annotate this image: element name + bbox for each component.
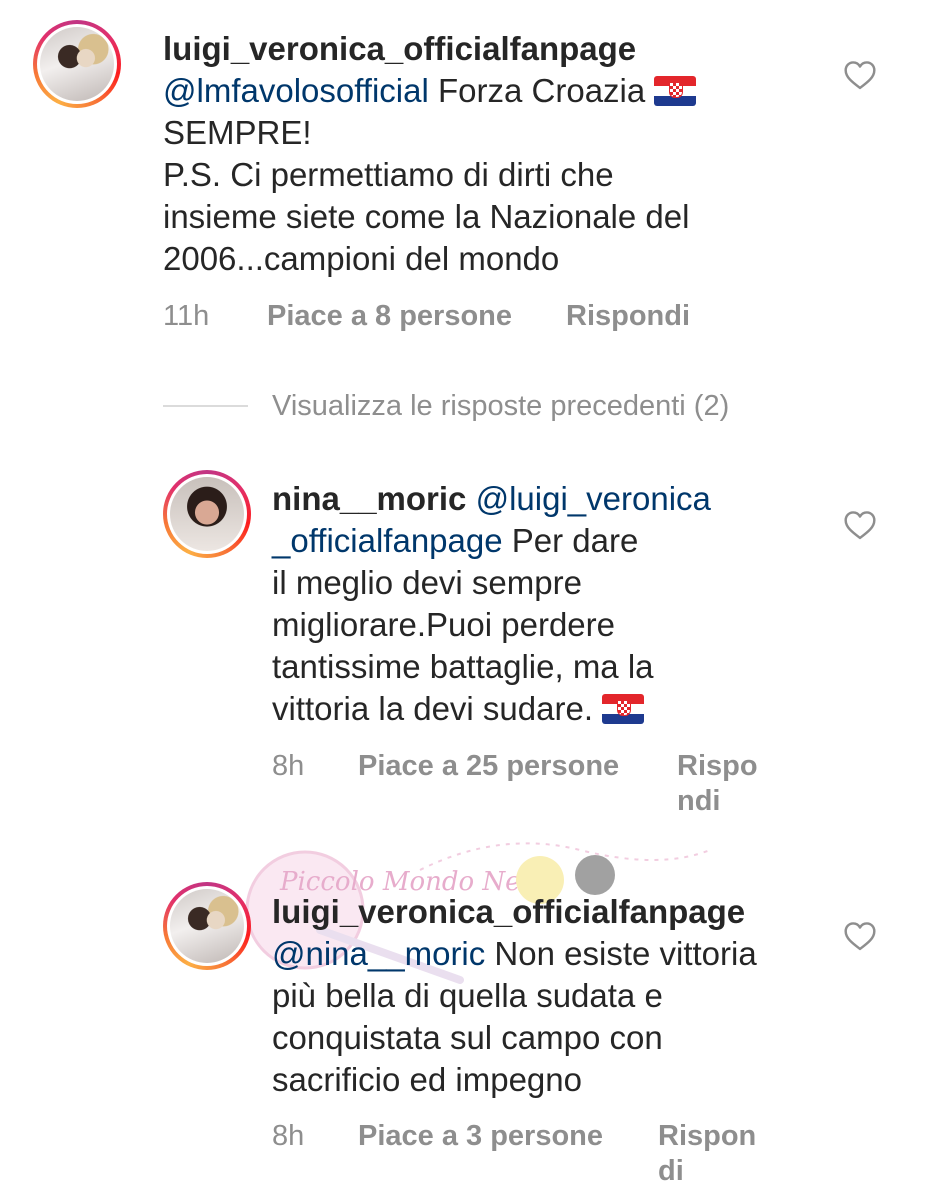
croatia-flag-icon [654, 76, 697, 106]
mention-link-continued[interactable]: _officialfanpage [272, 522, 503, 559]
croatia-flag-icon [602, 694, 645, 724]
comment-time: 11h [163, 300, 210, 332]
replies-divider [163, 405, 248, 407]
comment-text-line: vittoria la devi sudare. [272, 688, 792, 730]
comment-text-line: @lmfavolosofficial Forza Croazia [163, 70, 803, 112]
comment-username[interactable]: luigi_veronica_officialfanpage [163, 28, 803, 70]
comment-text-line: il meglio devi sempre [272, 564, 582, 601]
avatar[interactable] [163, 470, 251, 558]
avatar-image [40, 27, 114, 101]
reply-button-line1[interactable]: Rispo [677, 750, 758, 783]
comment-text-line: @nina__moric Non esiste vittoria [272, 935, 757, 972]
comment-text-line: sacrificio ed impegno [272, 1061, 582, 1098]
comment-text-line: conquistata sul campo con [272, 1019, 663, 1056]
avatar[interactable] [163, 882, 251, 970]
reply-button-line2[interactable]: di [658, 1155, 684, 1188]
comment-text-line: migliorare.Puoi perdere [272, 606, 616, 643]
likes-count[interactable]: Piace a 3 persone [358, 1120, 603, 1153]
reply-button-line2[interactable]: ndi [677, 785, 721, 818]
comment-text-line: insieme siete come la Nazionale del [163, 198, 690, 235]
comment-time: 8h [272, 1120, 305, 1152]
mention-link[interactable]: @lmfavolosofficial [163, 72, 429, 109]
heart-outline-icon[interactable] [843, 921, 877, 951]
avatar[interactable] [33, 20, 121, 108]
likes-count[interactable]: Piace a 25 persone [358, 750, 619, 783]
avatar-image [170, 889, 244, 963]
heart-outline-icon[interactable] [843, 510, 877, 540]
comment-text-line: P.S. Ci permettiamo di dirti che [163, 156, 614, 193]
mention-link[interactable]: @luigi_veronica [476, 480, 711, 517]
view-previous-replies[interactable]: Visualizza le risposte precedenti (2) [272, 390, 729, 423]
comment-username[interactable]: luigi_veronica_officialfanpage [272, 891, 832, 933]
comment-text-line: SEMPRE! [163, 114, 312, 151]
heart-outline-icon[interactable] [843, 60, 877, 90]
likes-count[interactable]: Piace a 8 persone [267, 300, 512, 333]
comment-text-line: _officialfanpage Per dare [272, 522, 639, 559]
comment-time: 8h [272, 750, 305, 782]
comment-text-line: 2006...campioni del mondo [163, 240, 560, 277]
comment-text-line: più bella di quella sudata e [272, 977, 663, 1014]
comment-text-line: nina__moric @luigi_veronica [272, 478, 792, 520]
comment-text-line: tantissime battaglie, ma la [272, 648, 654, 685]
mention-link[interactable]: @nina__moric [272, 935, 485, 972]
avatar-image [170, 477, 244, 551]
reply-button-line1[interactable]: Rispon [658, 1120, 756, 1153]
reply-button[interactable]: Rispondi [566, 300, 690, 333]
comment-username[interactable]: nina__moric [272, 480, 466, 517]
